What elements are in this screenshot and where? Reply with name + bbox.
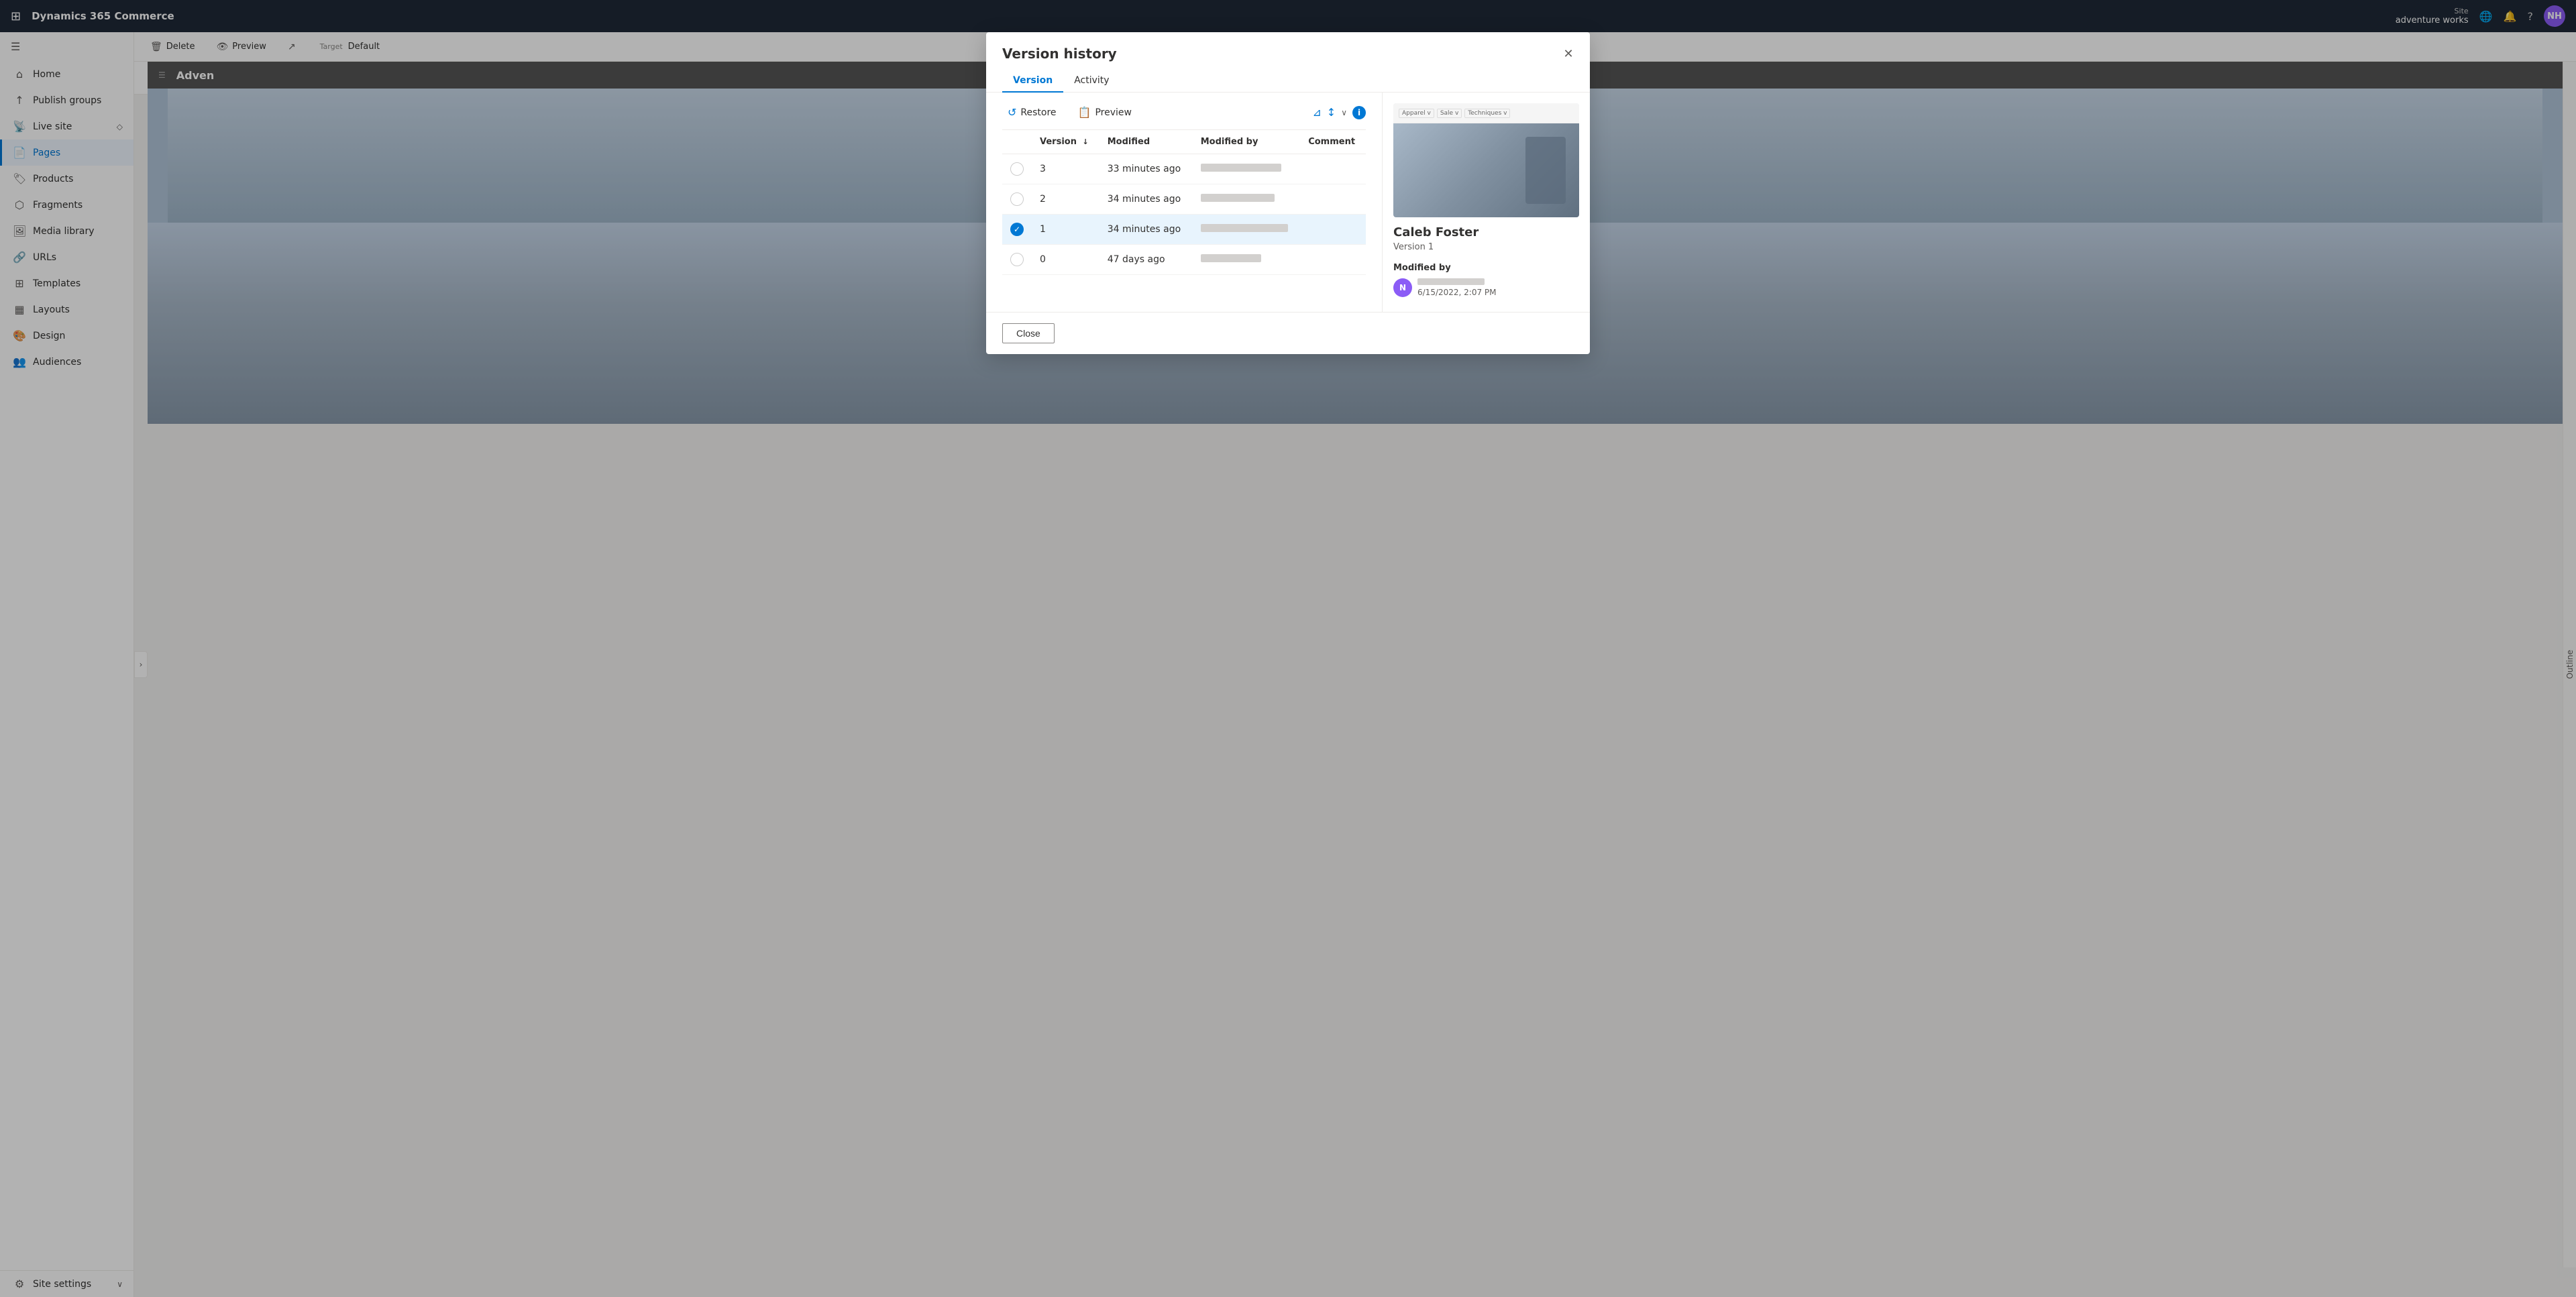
- col-modified-by: Modified by: [1193, 130, 1300, 154]
- modified-time: 33 minutes ago: [1099, 154, 1193, 184]
- col-modified: Modified: [1099, 130, 1193, 154]
- sidebar-modified-by-label: Modified by: [1393, 263, 1579, 273]
- filter-icon[interactable]: ⊿: [1312, 106, 1321, 119]
- tab-version[interactable]: Version: [1002, 70, 1063, 93]
- modified-by-redacted: [1193, 184, 1300, 215]
- modal-tabs: Version Activity: [1002, 70, 1574, 92]
- modified-by-redacted: [1193, 154, 1300, 184]
- table-row[interactable]: ✓ 1 34 minutes ago: [1002, 215, 1366, 245]
- modal-body: ↺ Restore 📋 Preview ⊿ ↕ ∨ i: [986, 93, 1590, 312]
- info-icon[interactable]: i: [1352, 106, 1366, 119]
- restore-icon: ↺: [1008, 106, 1016, 119]
- table-row[interactable]: 3 33 minutes ago: [1002, 154, 1366, 184]
- sort-icon[interactable]: ↕: [1327, 106, 1336, 119]
- table-header-row: Version ↓ Modified Modified by Comment: [1002, 130, 1366, 154]
- modal-header: Version history ✕ Version Activity: [986, 32, 1590, 93]
- version-number: 3: [1032, 154, 1099, 184]
- modal-toolbar: ↺ Restore 📋 Preview ⊿ ↕ ∨ i: [1002, 103, 1366, 130]
- version-number: 2: [1032, 184, 1099, 215]
- comment-cell: [1300, 245, 1366, 275]
- modal-footer: Close: [986, 312, 1590, 354]
- comment-cell: [1300, 154, 1366, 184]
- sidebar-user: N 6/15/2022, 2:07 PM: [1393, 278, 1579, 297]
- modified-by-redacted: [1193, 245, 1300, 275]
- row-selected-check: ✓: [1010, 223, 1024, 236]
- thumb-nav-btn: Apparel v: [1399, 109, 1434, 118]
- thumb-nav-btn2: Sale v: [1437, 109, 1462, 118]
- col-comment: Comment: [1300, 130, 1366, 154]
- table-row[interactable]: 0 47 days ago: [1002, 245, 1366, 275]
- version-number: 0: [1032, 245, 1099, 275]
- tab-activity[interactable]: Activity: [1063, 70, 1120, 93]
- sort-arrow: ↓: [1083, 137, 1089, 146]
- thumb-person-silhouette: [1525, 137, 1566, 204]
- version-history-modal: Version history ✕ Version Activity ↺ Res…: [986, 32, 1590, 354]
- col-version[interactable]: Version ↓: [1032, 130, 1099, 154]
- thumb-image: [1393, 123, 1579, 217]
- close-button[interactable]: Close: [1002, 323, 1055, 343]
- row-unselected-check: [1010, 253, 1024, 266]
- modified-by-redacted: [1193, 215, 1300, 245]
- modal-sidebar: Apparel v Sale v Techniques v Caleb Fost…: [1382, 93, 1590, 312]
- modified-time: 47 days ago: [1099, 245, 1193, 275]
- user-name-redacted: [1417, 278, 1485, 285]
- table-row[interactable]: 2 34 minutes ago: [1002, 184, 1366, 215]
- sidebar-date: 6/15/2022, 2:07 PM: [1417, 288, 1497, 297]
- modal-main-content: ↺ Restore 📋 Preview ⊿ ↕ ∨ i: [986, 93, 1382, 312]
- comment-cell: [1300, 215, 1366, 245]
- version-table: Version ↓ Modified Modified by Comment: [1002, 130, 1366, 275]
- modal-close-button[interactable]: ✕: [1558, 43, 1579, 64]
- row-unselected-check: [1010, 192, 1024, 206]
- modal-preview-icon: 📋: [1078, 106, 1091, 119]
- modal-toolbar-right: ⊿ ↕ ∨ i: [1312, 106, 1366, 119]
- sort-dropdown-arrow[interactable]: ∨: [1341, 108, 1347, 117]
- sidebar-page-title: Caleb Foster: [1393, 225, 1579, 239]
- col-check: [1002, 130, 1032, 154]
- sidebar-user-avatar: N: [1393, 278, 1412, 297]
- modal-title: Version history: [1002, 46, 1574, 62]
- thumb-nav-btn3: Techniques v: [1464, 109, 1510, 118]
- modal-overlay: Version history ✕ Version Activity ↺ Res…: [0, 0, 2576, 1297]
- page-thumbnail: Apparel v Sale v Techniques v: [1393, 103, 1579, 217]
- sidebar-version-label: Version 1: [1393, 242, 1579, 252]
- thumb-banner: Apparel v Sale v Techniques v: [1393, 103, 1579, 123]
- version-number: 1: [1032, 215, 1099, 245]
- comment-cell: [1300, 184, 1366, 215]
- modal-preview-button[interactable]: 📋 Preview: [1073, 103, 1137, 121]
- modified-time: 34 minutes ago: [1099, 184, 1193, 215]
- row-unselected-check: [1010, 162, 1024, 176]
- restore-button[interactable]: ↺ Restore: [1002, 103, 1062, 121]
- modified-time: 34 minutes ago: [1099, 215, 1193, 245]
- sidebar-user-name: 6/15/2022, 2:07 PM: [1417, 278, 1497, 297]
